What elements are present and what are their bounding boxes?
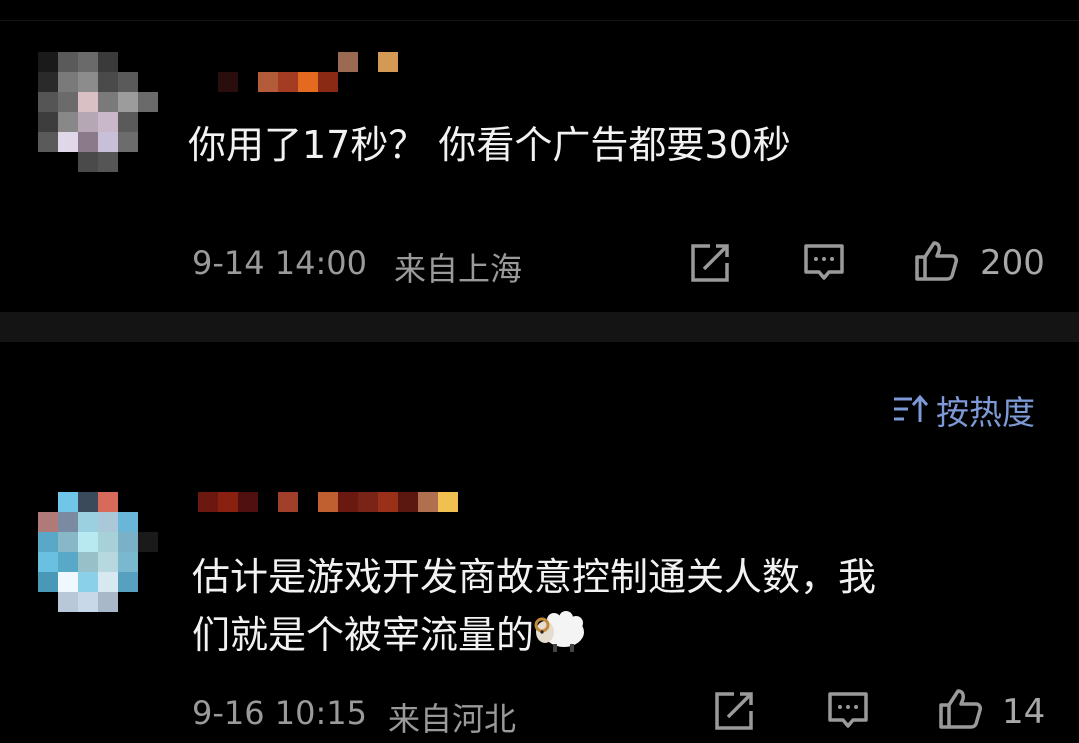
comment-date: 9-14 14:00 xyxy=(192,244,368,282)
avatar[interactable] xyxy=(38,492,158,612)
thumbs-up-icon[interactable] xyxy=(938,687,982,731)
share-icon[interactable] xyxy=(688,241,732,285)
comment-text-line1: 估计是游戏开发商故意控制通关人数，我 xyxy=(192,555,877,599)
top-separator xyxy=(0,20,1079,21)
comment-text-line2-wrap: 们就是个被宰流量的 xyxy=(192,606,586,664)
sort-label: 按热度 xyxy=(936,393,1035,432)
avatar[interactable] xyxy=(38,52,158,172)
comment-icon[interactable] xyxy=(826,689,870,733)
comment-location: 来自上海 xyxy=(394,250,523,288)
username[interactable] xyxy=(198,52,418,92)
section-divider xyxy=(0,312,1079,342)
sheep-emoji xyxy=(534,611,585,652)
username[interactable] xyxy=(198,492,458,532)
comment-text-line2: 们就是个被宰流量的 xyxy=(192,613,535,657)
comment-text: 你用了17秒？ 你看个广告都要30秒 xyxy=(188,123,791,167)
comment-location: 来自河北 xyxy=(388,700,517,738)
comment-icon[interactable] xyxy=(802,241,846,285)
like-count: 14 xyxy=(1002,692,1046,732)
comment-date: 9-16 10:15 xyxy=(192,694,368,732)
share-icon[interactable] xyxy=(712,689,756,733)
like-count: 200 xyxy=(980,243,1045,283)
sort-by-hot-button[interactable]: 按热度 xyxy=(892,386,1035,434)
thumbs-up-icon[interactable] xyxy=(914,239,958,283)
sort-icon xyxy=(894,394,929,422)
